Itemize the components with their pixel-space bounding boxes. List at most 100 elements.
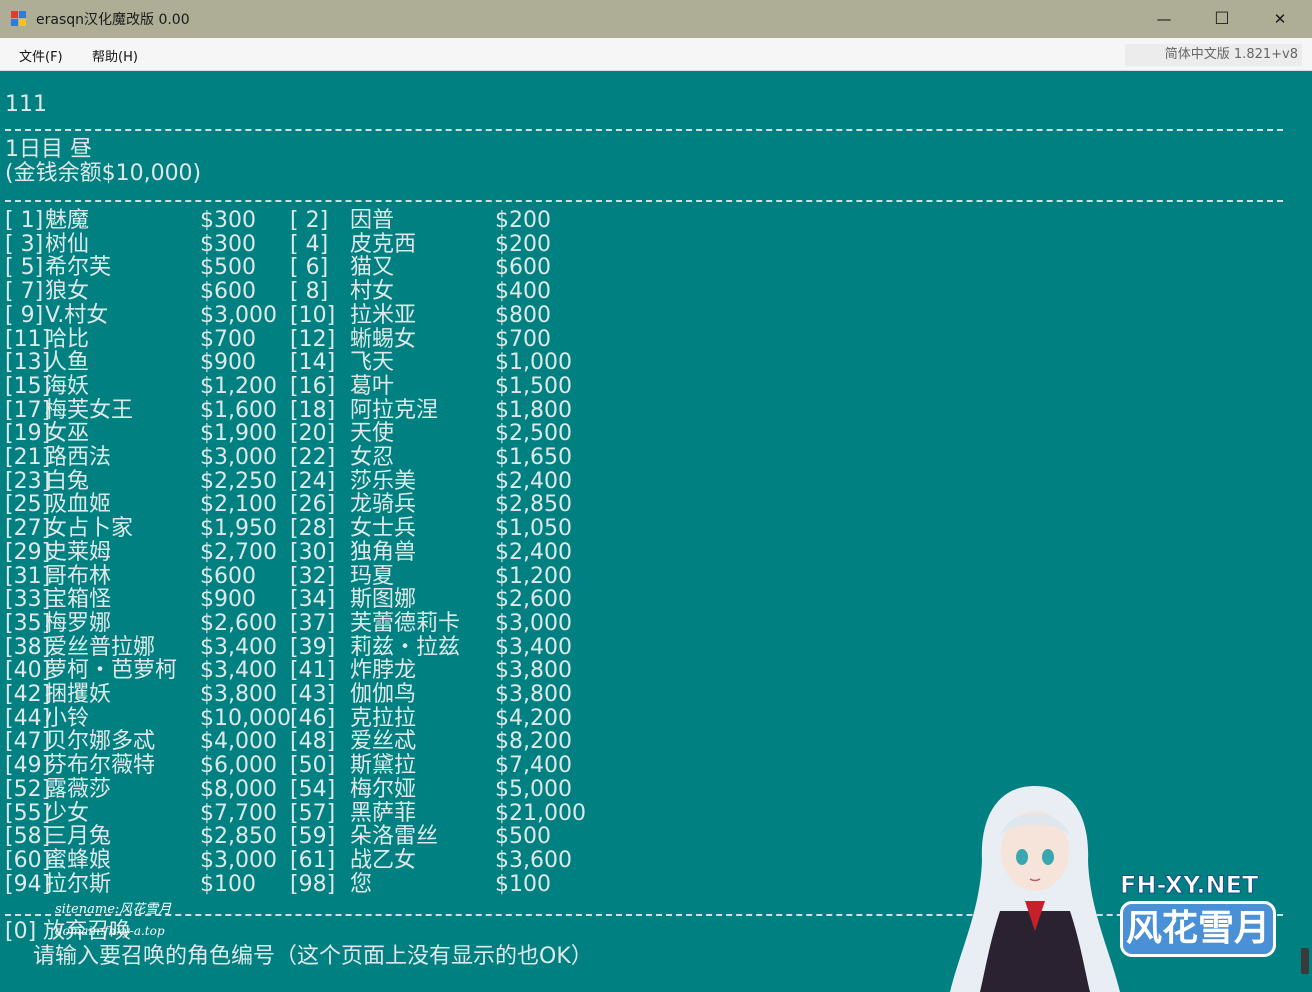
console-area[interactable]: 111 1日目 昼 (金钱余额$10,000) [ 1] 魅魔 $300 [ 2] 因普…	[0, 71, 1312, 992]
character-id: [21]	[5, 445, 51, 470]
character-name: 拉尔斯	[45, 871, 112, 897]
character-id: [49]	[5, 753, 51, 779]
character-price: $10,000	[200, 705, 291, 731]
character-id: [38]	[5, 634, 51, 660]
brand-cn: 风花雪月	[1120, 901, 1276, 957]
character-id: [54]	[290, 776, 336, 802]
character-illustration	[950, 786, 1120, 992]
character-name: 蜜蜂娘	[45, 847, 112, 873]
character-id: [ 9]	[5, 302, 44, 328]
character-id: [59]	[290, 824, 336, 850]
character-name: 克拉拉	[350, 705, 417, 731]
character-id: [ 3]	[5, 231, 44, 257]
character-price: $5,000	[495, 776, 572, 802]
date-label: 1日目 昼	[5, 137, 92, 162]
character-name: 露薇莎	[45, 776, 112, 802]
character-id: [41]	[290, 658, 336, 684]
character-price: $100	[495, 871, 551, 897]
character-price: $2,400	[495, 468, 572, 494]
title-bar: erasqn汉化魔改版 0.00 — ☐ ✕	[0, 0, 1312, 38]
character-name: 皮克西	[350, 231, 417, 257]
character-name: 朵洛雷丝	[350, 824, 439, 850]
character-id: [42]	[5, 682, 51, 707]
separator-2	[5, 200, 1283, 202]
menu-file[interactable]: 文件(F)	[19, 46, 63, 65]
character-id: [47]	[5, 729, 51, 755]
character-price: $7,400	[495, 753, 572, 779]
character-id: [44]	[5, 705, 51, 731]
brand-en: FH-XY.NET	[1120, 871, 1259, 900]
character-price: $300	[200, 231, 256, 257]
character-price: $600	[200, 279, 256, 305]
character-price: $1,650	[495, 445, 572, 470]
character-name: 吸血姬	[45, 492, 112, 518]
character-price: $3,400	[495, 634, 572, 660]
character-name: 莎乐美	[350, 468, 417, 494]
watermark-sitename: sitename:风花雪月	[55, 902, 172, 917]
character-name: 独角兽	[350, 539, 417, 565]
character-name: 战乙女	[350, 847, 417, 873]
character-price: $4,200	[495, 705, 572, 731]
character-price: $700	[495, 326, 551, 352]
character-name: 莉兹・拉兹	[350, 634, 461, 660]
character-id: [17]	[5, 397, 51, 423]
character-name: 女士兵	[350, 516, 417, 542]
character-name: 爱丝忒	[350, 729, 417, 755]
character-price: $700	[200, 326, 256, 352]
money-label: (金钱余额$10,000)	[5, 161, 202, 186]
character-price: $3,800	[200, 682, 277, 707]
character-price: $3,400	[200, 634, 277, 660]
character-name: 葛叶	[350, 373, 395, 399]
character-name: 宝箱怪	[45, 587, 112, 613]
character-id: [48]	[290, 729, 336, 755]
character-name: 树仙	[45, 231, 90, 257]
character-price: $1,050	[495, 516, 572, 542]
character-price: $7,700	[200, 800, 277, 826]
menu-bar: 文件(F) 帮助(H) 简体中文版 1.821+v8	[0, 38, 1312, 71]
character-id: [24]	[290, 468, 336, 494]
maximize-icon: ☐	[1214, 9, 1230, 29]
character-id: [26]	[290, 492, 336, 518]
minimize-button[interactable]: —	[1135, 0, 1193, 38]
character-name: 梅尔娅	[350, 776, 417, 802]
character-id: [ 5]	[5, 255, 44, 281]
character-price: $3,800	[495, 658, 572, 684]
character-id: [98]	[290, 871, 336, 897]
character-name: 希尔芙	[45, 255, 112, 281]
character-price: $600	[200, 563, 256, 589]
character-id: [37]	[290, 610, 336, 636]
scrollbar-thumb[interactable]	[1301, 948, 1309, 974]
character-name: 村女	[350, 279, 395, 305]
character-id: [50]	[290, 753, 336, 779]
character-id: [52]	[5, 776, 51, 802]
character-price: $2,700	[200, 539, 277, 565]
character-name: 斯图娜	[350, 587, 417, 613]
character-price: $2,400	[495, 539, 572, 565]
character-id: [10]	[290, 302, 336, 328]
minimize-icon: —	[1156, 10, 1172, 28]
close-button[interactable]: ✕	[1251, 0, 1309, 38]
character-id: [43]	[290, 682, 336, 707]
window-title: erasqn汉化魔改版 0.00	[36, 12, 190, 28]
character-price: $1,500	[495, 373, 572, 399]
console-line-1: 111	[5, 92, 47, 117]
character-id: [55]	[5, 800, 51, 826]
character-name: 猫又	[350, 255, 395, 281]
character-name: 路西法	[45, 445, 112, 470]
character-id: [16]	[290, 373, 336, 399]
character-name: 玛夏	[350, 563, 395, 589]
maximize-button[interactable]: ☐	[1193, 0, 1251, 38]
character-price: $2,850	[200, 824, 277, 850]
character-id: [46]	[290, 705, 336, 731]
character-id: [27]	[5, 516, 51, 542]
character-id: [ 6]	[290, 255, 329, 281]
character-price: $3,000	[495, 610, 572, 636]
character-price: $900	[200, 350, 256, 376]
menu-help[interactable]: 帮助(H)	[92, 46, 138, 65]
character-price: $900	[200, 587, 256, 613]
character-id: [94]	[5, 871, 51, 897]
brand-logo: FH-XY.NET 风花雪月	[1120, 871, 1276, 957]
character-id: [14]	[290, 350, 336, 376]
character-name: 史莱姆	[45, 539, 112, 565]
character-name: 海妖	[45, 373, 90, 399]
